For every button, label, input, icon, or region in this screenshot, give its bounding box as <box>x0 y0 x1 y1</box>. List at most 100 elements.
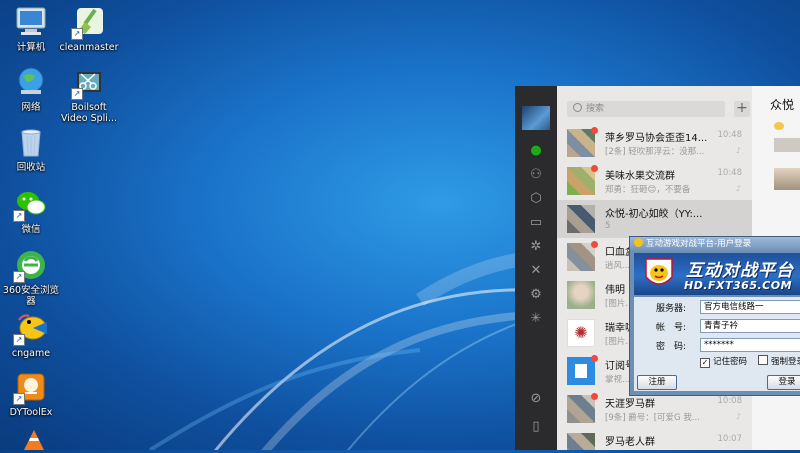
contacts-icon[interactable]: ⚇ <box>528 168 544 182</box>
group-avatar <box>567 129 595 157</box>
desktop-icon-label: cngame <box>11 348 51 359</box>
broom-icon: ↗ <box>71 4 107 40</box>
force-login-checkbox[interactable]: 强制登录 <box>758 355 800 367</box>
mute-bell-icon: ♪ <box>735 412 741 421</box>
contact-avatar: ✺ <box>567 319 595 347</box>
dytoolex-icon: ↗ <box>13 369 49 405</box>
desktop-icon-recycle-bin[interactable]: 回收站 <box>0 124 62 173</box>
desktop-icon-boilsoft[interactable]: ↗ Boilsoft Video Spli... <box>58 64 120 124</box>
desktop-icon-label: 网络 <box>21 102 41 113</box>
unread-badge <box>591 393 598 400</box>
chat-time: 10:48 <box>717 130 743 140</box>
search-input[interactable]: 搜索 <box>567 101 725 117</box>
brand-banner: 互动对战平台 HD.FXT365.COM <box>634 253 800 295</box>
group-avatar <box>567 205 595 233</box>
app-icon <box>634 238 643 247</box>
checkbox-checked-icon: ✓ <box>700 358 710 368</box>
server-label: 服务器: <box>656 304 687 314</box>
unread-badge <box>591 241 598 248</box>
desktop-icon-label: 回收站 <box>16 162 46 173</box>
chat-icon[interactable]: ● <box>528 144 544 158</box>
remember-label: 记住密码 <box>713 357 748 367</box>
login-form: 服务器: 官方电信线路一 帐 号: 青青子衿 密 码: ******* ✓ 记住密… <box>634 297 800 391</box>
chat-name: 天涯罗马群 <box>605 399 655 410</box>
register-button[interactable]: 注册 <box>637 375 677 390</box>
traffic-cone-icon[interactable] <box>20 430 48 450</box>
desktop-icon-360-browser[interactable]: ↗ 360安全浏览器 <box>0 247 62 307</box>
chat-time: 10:48 <box>717 168 743 178</box>
search-icon <box>573 103 582 112</box>
360-browser-icon: ↗ <box>13 247 49 283</box>
chat-name: 罗马老人群 <box>605 437 655 448</box>
desktop-icon-network[interactable]: 网络 <box>0 64 62 113</box>
computer-icon <box>13 4 49 40</box>
chat-time: 10:08 <box>717 396 743 406</box>
chat-preview: [2条] 轻吹那浮云：没那... <box>605 147 705 157</box>
chat-item[interactable]: 萍乡罗马协会歪歪14... [2条] 轻吹那浮云：没那... 10:48 ♪ <box>557 124 752 162</box>
desktop-icon-cleanmaster[interactable]: ↗ cleanmaster <box>58 4 120 53</box>
desktop-icon-label: DYToolEx <box>9 407 53 418</box>
chat-item[interactable]: 罗马老人群 10:07 <box>557 428 752 450</box>
server-select[interactable]: 官方电信线路一 <box>700 300 800 314</box>
remember-password-checkbox[interactable]: ✓ 记住密码 <box>700 355 747 368</box>
desktop-icon-cngame[interactable]: ↗ cngame <box>0 310 62 359</box>
moments-icon[interactable]: ✲ <box>528 240 544 254</box>
chat-preview: [9条] 爵号：[可爱G 我... <box>605 413 700 423</box>
force-label: 强制登录 <box>771 357 800 367</box>
password-input[interactable]: ******* <box>700 338 800 352</box>
scissors-video-icon: ↗ <box>71 64 107 100</box>
desktop-icon-computer[interactable]: 计算机 <box>0 4 62 53</box>
phone-icon[interactable]: ▯ <box>528 420 544 434</box>
recycle-bin-icon <box>13 124 49 160</box>
brand-logo-icon <box>645 258 673 285</box>
chat-item[interactable]: 美味水果交流群 郑勇：狂砸😊，不要备 10:48 ♪ <box>557 162 752 200</box>
login-button[interactable]: 登录 <box>767 375 800 390</box>
folder-icon[interactable]: ▭ <box>528 216 544 230</box>
discover-icon[interactable]: ✳ <box>528 312 544 326</box>
wechat-nav-bar: ● ⚇ ⬡ ▭ ✲ ✕ ⚙ ✳ ⊘ ▯ <box>515 86 557 450</box>
contact-avatar <box>567 281 595 309</box>
link-icon[interactable]: ⊘ <box>528 392 544 406</box>
box-icon[interactable]: ⬡ <box>528 192 544 206</box>
mute-bell-icon: ♪ <box>735 184 741 193</box>
unread-badge <box>591 355 598 362</box>
settings-icon[interactable]: ⚙ <box>528 288 544 302</box>
desktop-icon-label: 360安全浏览器 <box>2 285 60 307</box>
network-globe-icon <box>13 64 49 100</box>
group-avatar <box>567 167 595 195</box>
account-input[interactable]: 青青子衿 <box>700 319 800 333</box>
mute-bell-icon: ♪ <box>735 146 741 155</box>
chat-time: 10:07 <box>717 434 743 444</box>
account-label: 帐 号: <box>656 323 687 333</box>
brand-name: 互动对战平台 <box>686 261 794 281</box>
brand-url: HD.FXT365.COM <box>684 279 793 292</box>
chat-name: 美味水果交流群 <box>605 171 675 182</box>
chat-name: 众悦-初心如皎（YY:... <box>605 209 703 220</box>
mini-program-icon[interactable]: ✕ <box>528 264 544 278</box>
message-image <box>774 138 800 152</box>
password-label: 密 码: <box>656 342 687 352</box>
subscription-icon <box>567 357 595 385</box>
unread-badge <box>591 165 598 172</box>
login-dialog[interactable]: 互动游戏对战平台-用户登录 互动对战平台 HD.FXT365.COM 服务器: … <box>629 236 800 396</box>
emoji-icon <box>774 122 784 130</box>
group-avatar <box>567 243 595 271</box>
chat-item-selected[interactable]: 众悦-初心如皎（YY:... 5 <box>557 200 752 238</box>
user-avatar[interactable] <box>522 106 550 130</box>
desktop-icon-label: Boilsoft Video Spli... <box>60 102 118 124</box>
desktop-icon-label: cleanmaster <box>59 42 119 53</box>
add-button[interactable]: + <box>734 101 750 117</box>
desktop-icon-label: 计算机 <box>16 42 46 53</box>
group-avatar <box>567 433 595 450</box>
dialog-title-bar[interactable]: 互动游戏对战平台-用户登录 <box>630 237 800 251</box>
chat-preview: 郑勇：狂砸😊，不要备 <box>605 185 691 195</box>
message-image <box>774 168 800 190</box>
desktop-icon-wechat[interactable]: ↗ 微信 <box>0 186 62 235</box>
search-placeholder: 搜索 <box>586 104 605 114</box>
chat-preview: 5 <box>605 221 611 231</box>
desktop-icon-label: 微信 <box>21 224 41 235</box>
checkbox-empty-icon <box>758 355 768 365</box>
unread-badge <box>591 127 598 134</box>
desktop-icon-dytoolex[interactable]: ↗ DYToolEx <box>0 369 62 418</box>
wechat-icon: ↗ <box>13 186 49 222</box>
